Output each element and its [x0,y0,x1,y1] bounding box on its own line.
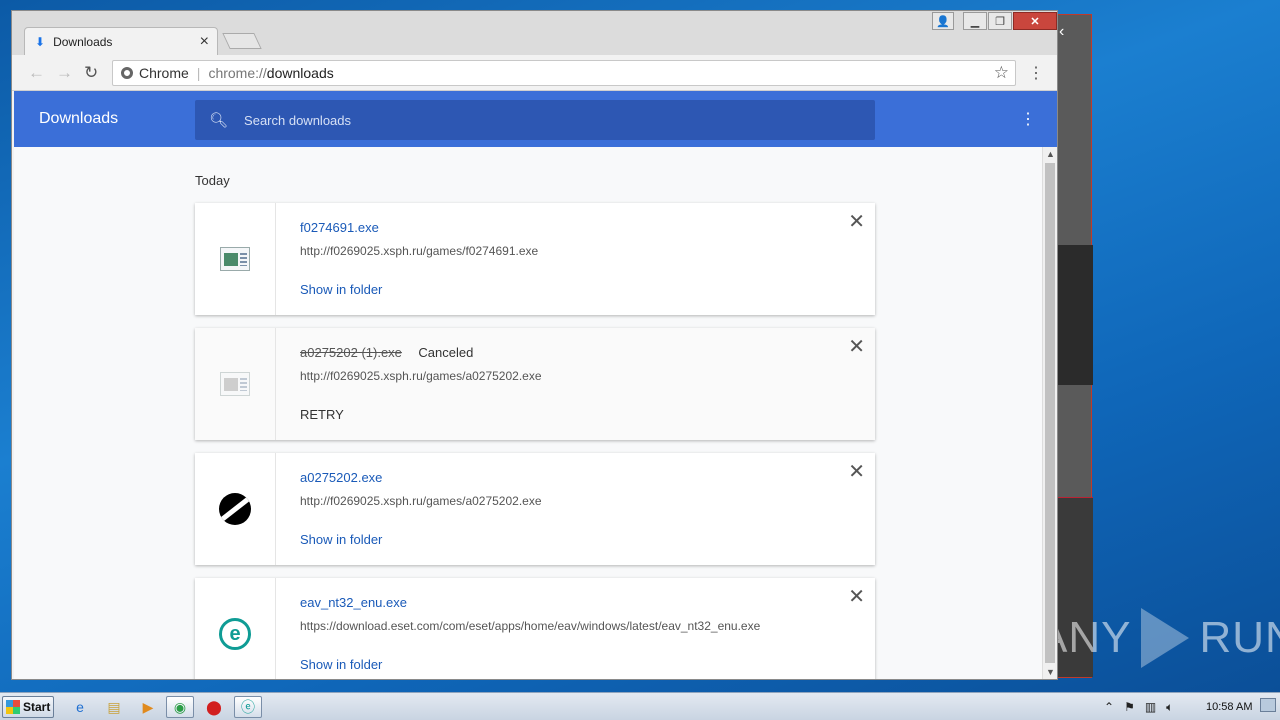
close-window-button[interactable]: ✕ [1013,12,1057,30]
internet-explorer-icon[interactable]: e [66,696,94,718]
search-input[interactable] [244,112,845,128]
system-tray: ⌃ ⚑ ▥ 🔈︎ [1104,693,1173,720]
profile-button[interactable]: 👤 [932,12,954,30]
clock[interactable]: 10:58 AM [1206,701,1252,713]
windows-logo-icon [6,700,20,714]
exe-file-icon [220,372,250,396]
source-url[interactable]: http://f0269025.xsph.ru/games/a0275202.e… [300,494,542,508]
scrollbar-thumb[interactable] [1045,163,1055,663]
status-text: Canceled [418,345,474,360]
downloads-page: Downloads 🔍︎ ⋮ Today f0274691.exe http:/… [14,91,1057,679]
scroll-down-arrow-icon[interactable]: ▼ [1046,667,1055,677]
file-icon-column [195,203,276,315]
downloads-header: Downloads 🔍︎ ⋮ [14,91,1057,147]
tab-close-icon[interactable]: × [200,33,209,51]
tab-title: Downloads [53,34,113,49]
new-tab-button[interactable] [222,33,262,49]
show-in-folder-link[interactable]: Show in folder [300,657,382,672]
download-details: a0275202 (1).exe Canceled http://f026902… [300,344,542,424]
forward-button[interactable]: → [56,63,73,83]
restore-icon: ❐ [995,15,1005,28]
show-in-folder-link[interactable]: Show in folder [300,532,382,547]
close-icon: ✕ [1030,15,1040,28]
chrome-window: ⬇ Downloads × 👤 ▁ ❐ ✕ ← → ↻ Chrome | chr… [11,10,1058,680]
chrome-taskbar-icon[interactable]: ◉ [166,696,194,718]
file-name-canceled: a0275202 (1).exe [300,345,402,360]
eset-taskbar-icon[interactable]: ⓔ [234,696,262,718]
media-player-icon[interactable]: ▶ [134,696,162,718]
app-s-logo-icon [219,493,251,525]
back-button[interactable]: ← [28,63,45,83]
watermark-text-right: RUN [1199,613,1280,662]
download-details: f0274691.exe http://f0269025.xsph.ru/gam… [300,219,538,299]
retry-button[interactable]: RETRY [300,407,344,422]
restore-button[interactable]: ❐ [988,12,1012,30]
omnibox-separator: | [196,65,201,81]
show-desktop-button[interactable] [1260,698,1276,712]
downloads-menu-icon[interactable]: ⋮ [1020,109,1036,129]
source-url[interactable]: https://download.eset.com/com/eset/apps/… [300,619,760,633]
download-icon: ⬇ [35,34,46,49]
title-bar: ⬇ Downloads × 👤 ▁ ❐ ✕ [12,11,1057,55]
scroll-up-arrow-icon[interactable]: ▲ [1046,149,1055,159]
show-in-folder-link[interactable]: Show in folder [300,282,382,297]
download-item: e eav_nt32_enu.exe https://download.eset… [195,578,875,679]
background-window[interactable]: ‹ [1052,14,1093,678]
file-name-link[interactable]: a0275202.exe [300,470,382,485]
network-icon[interactable]: ▥ [1145,700,1156,714]
search-box[interactable]: 🔍︎ [195,100,875,140]
background-window-image [1053,245,1093,385]
file-icon-column: e [195,578,276,679]
address-bar[interactable]: Chrome | chrome:// downloads ☆ [112,60,1016,86]
start-button[interactable]: Start [2,696,54,718]
bookmark-star-icon[interactable]: ☆ [994,63,1009,83]
source-url[interactable]: http://f0269025.xsph.ru/games/a0275202.e… [300,369,542,383]
anyrun-watermark: ANY RUN [1038,608,1280,668]
download-item: a0275202.exe http://f0269025.xsph.ru/gam… [195,453,875,565]
remove-item-icon[interactable]: ✕ [848,209,865,234]
browser-toolbar: ← → ↻ Chrome | chrome:// downloads ☆ ⋮ [12,55,1057,91]
remove-item-icon[interactable]: ✕ [848,584,865,609]
remove-item-icon[interactable]: ✕ [848,459,865,484]
chevron-left-icon: ‹ [1059,23,1065,40]
download-item: f0274691.exe http://f0269025.xsph.ru/gam… [195,203,875,315]
url-scheme: chrome:// [208,65,267,81]
minimize-button[interactable]: ▁ [963,12,987,30]
chrome-site-icon [121,67,133,79]
eset-logo-icon: e [219,618,251,650]
tab-downloads[interactable]: ⬇ Downloads × [24,27,218,55]
download-details: a0275202.exe http://f0269025.xsph.ru/gam… [300,469,542,549]
flag-icon[interactable]: ⚑ [1124,700,1135,714]
file-name-link[interactable]: eav_nt32_enu.exe [300,595,407,610]
user-icon: 👤 [936,15,950,28]
minimize-icon: ▁ [970,15,980,28]
file-icon-column [195,328,276,440]
remove-item-icon[interactable]: ✕ [848,334,865,359]
start-label: Start [23,700,51,714]
play-icon [1141,608,1190,668]
file-explorer-icon[interactable]: ▤ [100,696,128,718]
search-icon: 🔍︎ [209,112,229,129]
download-details: eav_nt32_enu.exe https://download.eset.c… [300,594,760,674]
page-title: Downloads [39,110,119,127]
site-label: Chrome [139,65,189,81]
source-url[interactable]: http://f0269025.xsph.ru/games/f0274691.e… [300,244,538,258]
vertical-scrollbar[interactable]: ▲ ▼ [1042,147,1057,679]
reload-button[interactable]: ↻ [84,63,98,83]
windows-taskbar: Start e ▤ ▶ ◉ ⬤ ⓔ ⌃ ⚑ ▥ 🔈︎ 10:58 AM [0,692,1280,720]
url-path: downloads [266,65,334,81]
download-item: a0275202 (1).exe Canceled http://f026902… [195,328,875,440]
exe-file-icon [220,247,250,271]
chrome-menu-icon[interactable]: ⋮ [1028,63,1044,83]
date-group-label: Today [195,173,230,188]
file-name-link[interactable]: f0274691.exe [300,220,379,235]
downloads-list: Today f0274691.exe http://f0269025.xsph.… [14,147,1042,679]
opera-icon[interactable]: ⬤ [200,696,228,718]
volume-icon[interactable]: 🔈︎ [1166,700,1173,715]
file-icon-column [195,453,276,565]
tray-expand-icon[interactable]: ⌃ [1104,700,1114,714]
